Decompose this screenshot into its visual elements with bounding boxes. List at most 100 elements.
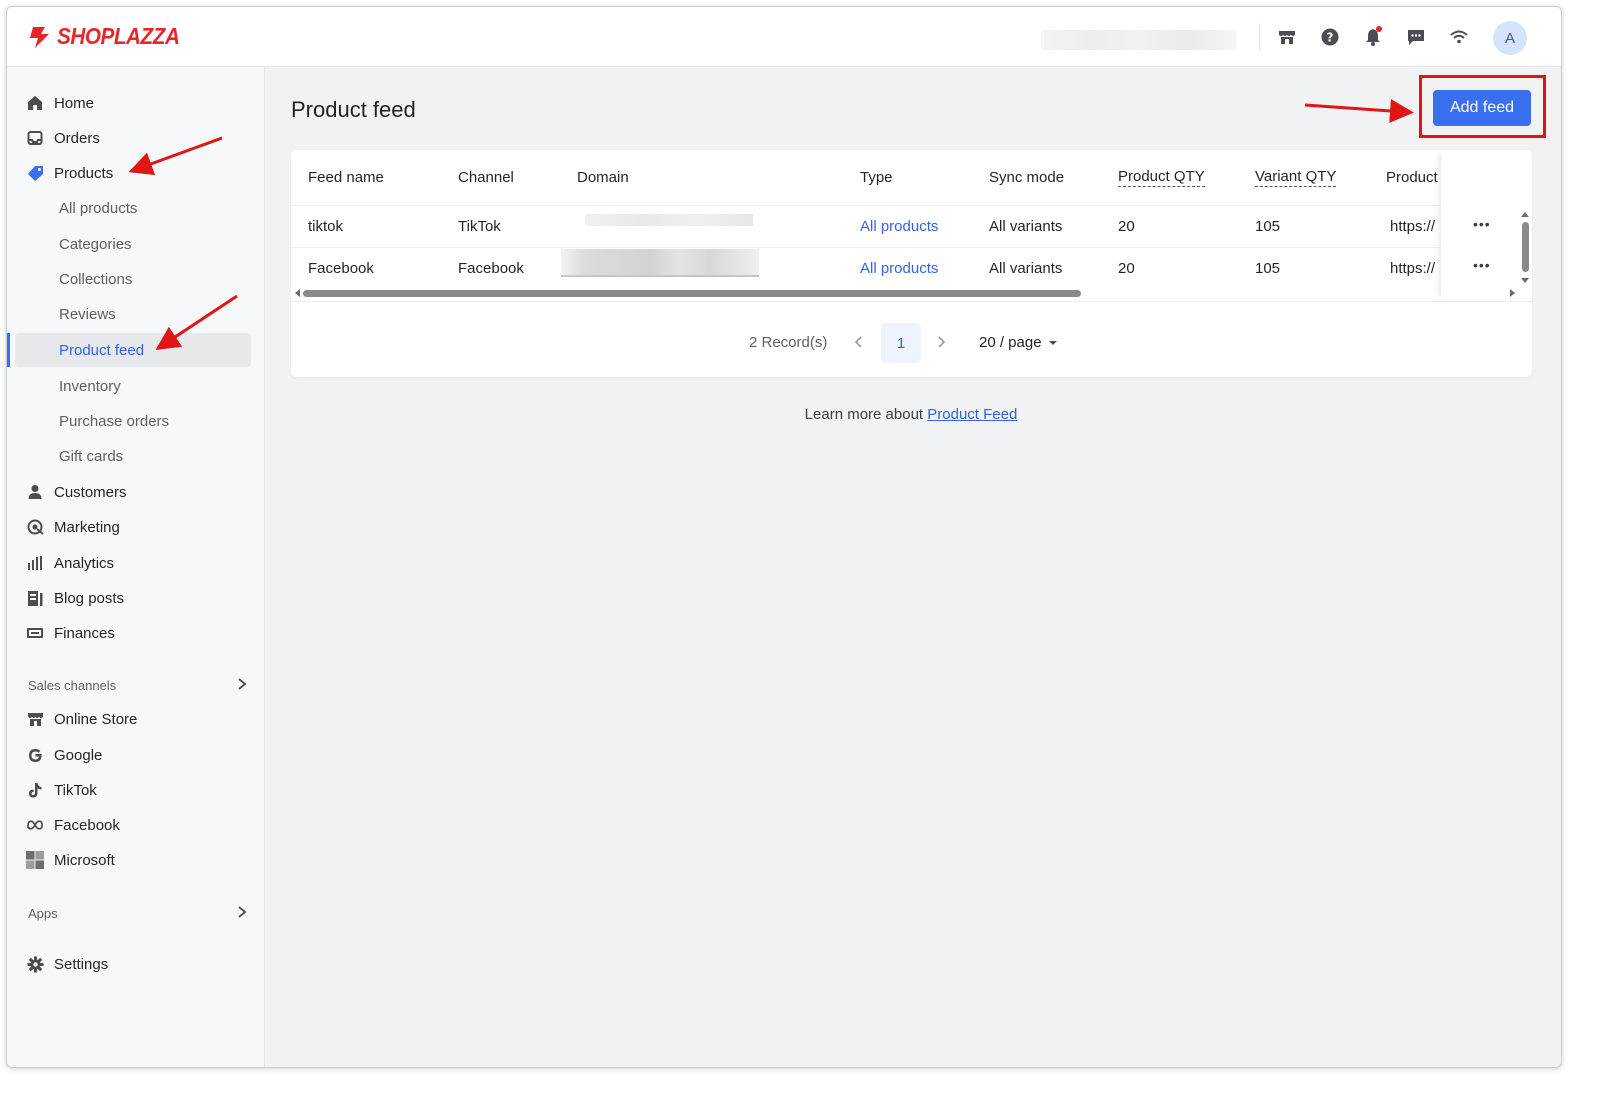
sidebar-item-customers[interactable]: Customers xyxy=(7,475,265,509)
active-indicator xyxy=(7,333,10,367)
meta-icon xyxy=(26,816,44,834)
row-1-domain-redacted xyxy=(585,214,753,226)
sidebar-item-tiktok[interactable]: TikTok xyxy=(7,773,265,807)
scroll-left-icon[interactable] xyxy=(293,288,303,298)
row-1-product-url: https:// xyxy=(1390,218,1436,235)
tiktok-icon xyxy=(26,781,44,799)
learn-more: Learn more about Product Feed xyxy=(804,406,1018,423)
top-divider xyxy=(1259,23,1260,51)
page-size-select[interactable]: 20 / page xyxy=(979,334,1058,351)
sidebar-sub-inventory[interactable]: Inventory xyxy=(7,369,265,403)
row-1-sync-mode: All variants xyxy=(989,218,1063,235)
row-1-product-qty: 20 xyxy=(1118,218,1135,235)
sidebar-item-products[interactable]: Products xyxy=(7,156,265,190)
logo-mark-icon xyxy=(30,26,49,48)
help-icon[interactable]: ? xyxy=(1318,25,1342,49)
feed-table-card: Feed name Channel Domain Type Sync mode … xyxy=(291,150,1532,377)
top-bar: SHOPLAZZA ? A xyxy=(7,7,1561,67)
chevron-right-icon xyxy=(236,905,248,922)
apps-header[interactable]: Apps xyxy=(28,903,248,923)
row-2-sync-mode: All variants xyxy=(989,260,1063,277)
sidebar-item-finances[interactable]: Finances xyxy=(7,616,265,650)
sidebar-item-marketing[interactable]: Marketing xyxy=(7,510,265,544)
row-1-type-link[interactable]: All products xyxy=(860,218,938,235)
page-1-button[interactable]: 1 xyxy=(881,323,921,363)
sidebar-item-google[interactable]: Google xyxy=(7,738,265,772)
user-avatar[interactable]: A xyxy=(1493,21,1527,55)
caret-down-icon xyxy=(1048,340,1057,345)
row-2-type-link[interactable]: All products xyxy=(860,260,938,277)
row-1-variant-qty: 105 xyxy=(1255,218,1281,235)
scroll-up-icon[interactable] xyxy=(1520,210,1530,218)
logo-text: SHOPLAZZA xyxy=(57,23,180,49)
row-2-product-url: https:// xyxy=(1390,260,1436,277)
person-icon xyxy=(26,483,44,501)
column-header-product: Product xyxy=(1386,169,1438,186)
page-title: Product feed xyxy=(291,97,416,122)
sidebar-sub-categories[interactable]: Categories xyxy=(7,227,265,261)
sidebar-item-blog-posts[interactable]: Blog posts xyxy=(7,581,265,615)
pagination: 2 Record(s) 1 20 / page xyxy=(291,320,1532,364)
bell-icon[interactable] xyxy=(1361,25,1385,49)
vertical-scrollbar[interactable] xyxy=(1522,222,1529,272)
store-icon xyxy=(26,710,44,728)
svg-text:?: ? xyxy=(1327,31,1334,45)
chevron-right-icon xyxy=(236,677,248,694)
app-window: SHOPLAZZA ? A Home Orders Products All p… xyxy=(6,6,1562,1068)
blog-icon xyxy=(26,589,44,607)
row-2-channel: Facebook xyxy=(458,260,524,277)
sidebar: Home Orders Products All products Catego… xyxy=(7,67,265,1067)
sidebar-item-orders[interactable]: Orders xyxy=(7,121,265,155)
sidebar-sub-reviews[interactable]: Reviews xyxy=(7,297,265,331)
row-2-product-qty: 20 xyxy=(1118,260,1135,277)
microsoft-icon xyxy=(26,851,44,869)
sidebar-sub-collections[interactable]: Collections xyxy=(7,262,265,296)
record-count: 2 Record(s) xyxy=(749,334,828,351)
sidebar-item-online-store[interactable]: Online Store xyxy=(7,702,265,736)
chevron-right-icon[interactable] xyxy=(931,332,951,352)
column-header-sync-mode: Sync mode xyxy=(989,169,1065,186)
row-1-channel: TikTok xyxy=(458,218,501,235)
scroll-down-icon[interactable] xyxy=(1520,277,1530,285)
row-2-feed-name: Facebook xyxy=(308,260,374,277)
column-header-domain: Domain xyxy=(577,169,629,186)
google-icon xyxy=(26,746,44,764)
scroll-right-icon[interactable] xyxy=(1507,288,1517,298)
store-icon[interactable] xyxy=(1275,25,1299,49)
store-name-redacted xyxy=(1041,30,1237,50)
sidebar-item-microsoft[interactable]: Microsoft xyxy=(7,843,265,877)
sidebar-sub-all-products[interactable]: All products xyxy=(7,191,265,225)
column-header-type: Type xyxy=(860,169,893,186)
column-header-feed-name: Feed name xyxy=(308,169,384,186)
notification-dot xyxy=(1376,26,1382,32)
horizontal-scrollbar[interactable] xyxy=(303,290,1081,297)
highlight-box xyxy=(1419,75,1546,138)
product-feed-link[interactable]: Product Feed xyxy=(927,406,1017,423)
sidebar-item-settings[interactable]: Settings xyxy=(7,947,265,981)
home-icon xyxy=(26,94,44,112)
wifi-icon[interactable] xyxy=(1447,25,1471,49)
sidebar-sub-product-feed[interactable]: Product feed xyxy=(7,333,265,367)
sidebar-sub-gift-cards[interactable]: Gift cards xyxy=(7,439,265,473)
row-1-more-icon[interactable]: ••• xyxy=(1473,216,1491,232)
actions-column: ••• ••• xyxy=(1441,150,1519,300)
column-header-variant-qty[interactable]: Variant QTY xyxy=(1255,150,1337,205)
header-icons: ? xyxy=(1275,25,1490,49)
row-2-more-icon[interactable]: ••• xyxy=(1473,257,1491,273)
row-divider xyxy=(291,247,1441,248)
sidebar-item-home[interactable]: Home xyxy=(7,86,265,120)
chat-icon[interactable] xyxy=(1404,25,1428,49)
sidebar-item-facebook[interactable]: Facebook xyxy=(7,808,265,842)
shoplazza-logo[interactable]: SHOPLAZZA xyxy=(27,23,193,50)
target-icon xyxy=(26,518,44,536)
row-1-feed-name: tiktok xyxy=(308,218,344,235)
row-2-variant-qty: 105 xyxy=(1255,260,1281,277)
row-2-domain-redacted xyxy=(561,249,759,277)
tag-icon xyxy=(26,164,44,182)
sidebar-item-analytics[interactable]: Analytics xyxy=(7,546,265,580)
wallet-icon xyxy=(26,624,44,642)
sales-channels-header[interactable]: Sales channels xyxy=(28,675,248,695)
chevron-left-icon[interactable] xyxy=(849,332,869,352)
column-header-product-qty[interactable]: Product QTY xyxy=(1118,150,1205,205)
inbox-icon xyxy=(26,129,44,147)
